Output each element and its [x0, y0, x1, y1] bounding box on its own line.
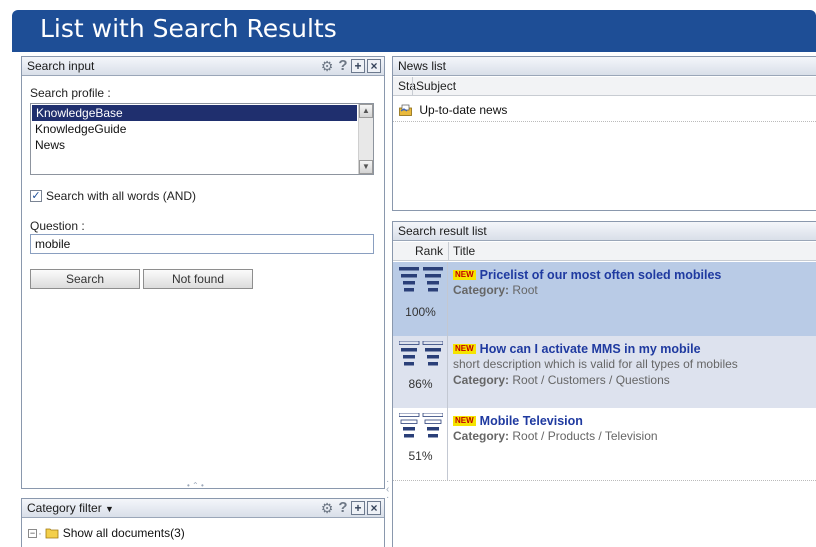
maximize-icon[interactable]: +	[351, 501, 365, 515]
result-rank: 100%	[405, 305, 436, 319]
page-title: List with Search Results	[40, 14, 337, 43]
results-col-rank[interactable]: Rank	[415, 242, 443, 260]
search-button[interactable]: Search	[30, 269, 140, 289]
not-found-button[interactable]: Not found	[143, 269, 253, 289]
news-col-subject[interactable]: Subject	[416, 77, 456, 95]
result-rank: 51%	[408, 449, 433, 463]
profile-option-knowledgeguide[interactable]: KnowledgeGuide	[31, 121, 373, 137]
scroll-down-icon[interactable]: ▼	[359, 160, 373, 174]
close-icon[interactable]: ×	[367, 501, 381, 515]
category-filter-panel: Category filter ▼ ⚙ ? + × − · Show all do…	[21, 498, 385, 547]
search-profile-listbox[interactable]: KnowledgeBase KnowledgeGuide News ▲ ▼	[30, 103, 374, 175]
news-item-icon	[399, 104, 412, 116]
settings-gear-icon[interactable]: ⚙	[319, 58, 335, 74]
panel-splitter-grip[interactable]: • ⌃ •	[187, 481, 204, 488]
profile-option-knowledgebase[interactable]: KnowledgeBase	[32, 105, 357, 121]
tree-connector: ·	[38, 526, 42, 540]
settings-gear-icon[interactable]: ⚙	[319, 500, 335, 516]
news-list-item[interactable]: Up-to-date news	[399, 103, 507, 117]
rank-bars-icon	[399, 341, 443, 366]
tree-collapse-icon[interactable]: −	[28, 529, 37, 538]
result-description: short description which is valid for all…	[453, 357, 738, 371]
result-title-link[interactable]: Mobile Television	[480, 414, 583, 428]
search-result-list-panel: Search result list Rank Title 100% NEW Pr…	[392, 221, 816, 547]
help-icon[interactable]: ?	[337, 500, 349, 516]
search-result-panel-title: Search result list	[398, 224, 487, 238]
results-col-title[interactable]: Title	[453, 242, 475, 260]
news-col-status[interactable]: Sta	[398, 77, 416, 95]
news-table-header: Sta Subject	[393, 77, 816, 96]
scroll-up-icon[interactable]: ▲	[359, 104, 373, 118]
page-banner: List with Search Results	[12, 10, 816, 48]
rank-bars-icon	[399, 413, 443, 438]
result-row[interactable]: 51% NEW Mobile Television Category: Root …	[393, 408, 816, 480]
search-profile-label: Search profile :	[30, 86, 111, 100]
rank-bars-icon	[399, 267, 443, 292]
result-row[interactable]: 100% NEW Pricelist of our most often sole…	[393, 262, 816, 336]
profile-listbox-scrollbar[interactable]: ▲ ▼	[358, 104, 373, 174]
vertical-splitter-grip[interactable]: · ‹ ·	[386, 477, 389, 503]
result-category: Category: Root	[453, 283, 538, 297]
close-icon[interactable]: ×	[367, 59, 381, 73]
result-row[interactable]: 86% NEW How can I activate MMS in my mobi…	[393, 336, 816, 408]
category-tree-root-label: Show all documents(3)	[62, 526, 185, 540]
news-item-subject: Up-to-date news	[419, 103, 508, 117]
search-all-words-label: Search with all words (AND)	[46, 189, 197, 203]
category-filter-panel-title: Category filter	[27, 501, 102, 515]
question-label: Question :	[30, 219, 85, 233]
folder-icon	[45, 528, 59, 539]
news-list-panel-header: News list	[393, 57, 816, 76]
category-filter-panel-header[interactable]: Category filter ▼ ⚙ ? + ×	[22, 499, 384, 518]
category-tree-root[interactable]: − · Show all documents(3)	[28, 526, 185, 540]
result-category: Category: Root / Customers / Questions	[453, 373, 670, 387]
result-category: Category: Root / Products / Television	[453, 429, 658, 443]
result-rank: 86%	[408, 377, 433, 391]
search-all-words-checkbox[interactable]: ✓	[30, 190, 42, 202]
profile-option-news[interactable]: News	[31, 137, 373, 153]
news-list-panel: News list Sta Subject Up-to-date news	[392, 56, 816, 211]
search-result-panel-header: Search result list	[393, 222, 816, 241]
question-input[interactable]: mobile	[30, 234, 374, 254]
new-badge: NEW	[453, 270, 476, 280]
help-icon[interactable]: ?	[337, 58, 349, 74]
search-input-panel-header: Search input ⚙ ? + ×	[22, 57, 384, 76]
news-list-panel-title: News list	[398, 59, 447, 73]
banner-underline	[12, 48, 816, 52]
maximize-icon[interactable]: +	[351, 59, 365, 73]
search-input-panel: Search input ⚙ ? + × Search profile : Kn…	[21, 56, 385, 489]
results-table-header: Rank Title	[393, 242, 816, 261]
new-badge: NEW	[453, 344, 476, 354]
new-badge: NEW	[453, 416, 476, 426]
search-input-panel-title: Search input	[27, 59, 95, 73]
result-title-link[interactable]: Pricelist of our most often soled mobile…	[480, 268, 722, 282]
result-title-link[interactable]: How can I activate MMS in my mobile	[480, 342, 701, 356]
dropdown-arrow-icon[interactable]: ▼	[105, 504, 114, 514]
